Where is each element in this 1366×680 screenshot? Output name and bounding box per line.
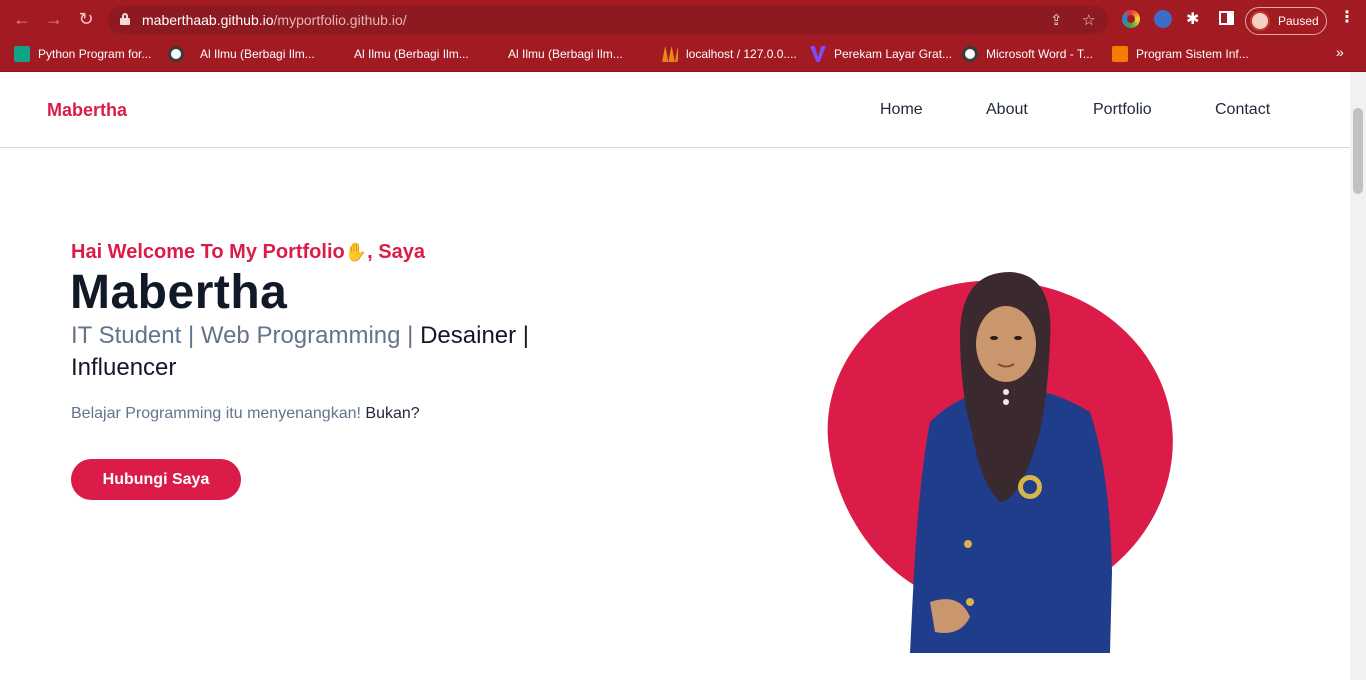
back-icon[interactable]: ← — [12, 9, 32, 29]
bookmark-item[interactable]: Al Ilmu (Berbagi Ilm... — [354, 45, 469, 133]
browser-toolbar: ← → ↻ maberthaab.github.io/myportfolio.g… — [0, 0, 1366, 36]
globe-icon — [168, 46, 184, 62]
roles-muted: IT Student | Web Programming | — [71, 322, 414, 349]
extensions-puzzle-icon[interactable]: ✱ — [1186, 9, 1199, 29]
bookmark-label: localhost / 127.0.0.... — [686, 47, 797, 61]
profile-photo — [910, 272, 1112, 653]
scrollbar-thumb[interactable] — [1353, 108, 1363, 194]
shield-extension-icon[interactable] — [1154, 10, 1172, 28]
vertical-scrollbar[interactable] — [1350, 72, 1366, 680]
bookmark-item[interactable]: Microsoft Word - T... — [962, 45, 1093, 63]
side-panel-icon[interactable] — [1219, 11, 1234, 25]
hero-greeting: Hai Welcome To My Portfolio✋, Saya — [71, 241, 425, 264]
tagline-text: Belajar Programming itu menyenangkan! — [71, 405, 361, 422]
bookmark-item[interactable]: localhost / 127.0.0.... — [662, 45, 797, 63]
hero-roles: IT Student | Web Programming | Desainer … — [71, 320, 571, 384]
bookmark-label: Al Ilmu (Berbagi Ilm... — [200, 47, 315, 61]
phpmyadmin-icon — [662, 46, 678, 62]
share-icon[interactable]: ⇪ — [1050, 11, 1063, 29]
url-text[interactable]: maberthaab.github.io/myportfolio.github.… — [142, 12, 407, 28]
nav-about[interactable]: About — [986, 101, 1028, 119]
contact-cta-button[interactable]: Hubungi Saya — [71, 459, 241, 500]
bookmark-label: Microsoft Word - T... — [986, 47, 1093, 61]
greeting-text: Hai Welcome To My Portfolio — [71, 241, 345, 263]
reload-icon[interactable]: ↻ — [76, 9, 96, 29]
bookmark-item[interactable] — [168, 45, 192, 63]
menu-kebab-icon[interactable]: ⋮ — [1339, 10, 1355, 26]
waving-hand-icon: ✋ — [344, 242, 368, 262]
bookmark-label: Program Sistem Inf... — [1136, 47, 1249, 61]
color-picker-extension-icon[interactable] — [1122, 10, 1140, 28]
v-icon — [810, 46, 826, 62]
tagline-question: Bukan? — [365, 405, 420, 422]
site-navbar: Mabertha Home About Portfolio Contact — [0, 72, 1350, 148]
nav-portfolio[interactable]: Portfolio — [1093, 101, 1152, 119]
brand-logo[interactable]: Mabertha — [47, 100, 127, 121]
blogger-icon — [1112, 46, 1128, 62]
hero-tagline: Belajar Programming itu menyenangkan! Bu… — [71, 405, 420, 423]
bookmark-item[interactable]: Perekam Layar Grat... — [810, 45, 952, 63]
bookmark-label: Al Ilmu (Berbagi Ilm... — [354, 47, 469, 61]
profile-button[interactable]: Paused — [1245, 7, 1327, 35]
forward-icon[interactable]: → — [44, 9, 64, 29]
address-bar[interactable]: maberthaab.github.io/myportfolio.github.… — [108, 6, 1108, 34]
bookmark-item[interactable]: Python Program for... — [14, 45, 151, 63]
avatar — [1250, 11, 1270, 31]
page-viewport: Mabertha Home About Portfolio Contact Ha… — [0, 72, 1350, 680]
teal-c-icon — [14, 46, 30, 62]
profile-status: Paused — [1278, 14, 1319, 28]
bookmark-star-icon[interactable]: ☆ — [1082, 11, 1095, 29]
bookmark-item[interactable]: Al Ilmu (Berbagi Ilm... — [508, 45, 623, 133]
nav-contact[interactable]: Contact — [1215, 101, 1270, 119]
bookmark-label: Al Ilmu (Berbagi Ilm... — [508, 47, 623, 61]
bookmark-item[interactable]: Al Ilmu (Berbagi Ilm... — [200, 45, 315, 133]
more-bookmarks-button[interactable]: » — [1336, 44, 1344, 60]
lock-icon[interactable] — [120, 13, 130, 25]
nav-home[interactable]: Home — [880, 101, 923, 119]
greeting-suffix: , Saya — [367, 241, 425, 263]
bookmark-label: Python Program for... — [38, 47, 152, 61]
bookmark-item[interactable]: Program Sistem Inf... — [1112, 45, 1249, 63]
hero-name: Mabertha — [70, 266, 288, 319]
bookmarks-bar: Python Program for... Al Ilmu (Berbagi I… — [0, 36, 1366, 133]
bookmark-label: Perekam Layar Grat... — [834, 47, 953, 61]
globe-icon — [962, 46, 978, 62]
